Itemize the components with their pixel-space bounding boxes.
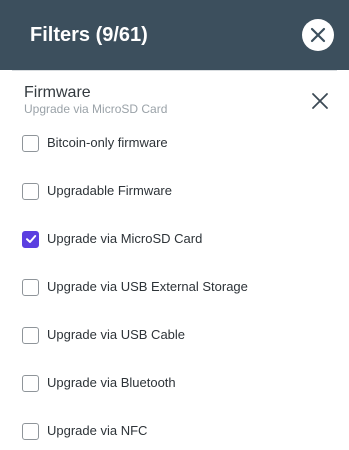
checkmark-icon — [25, 235, 36, 243]
clear-section-button[interactable] — [308, 89, 332, 113]
filters-header: Filters (9/61) — [0, 0, 349, 70]
option-upgrade-via-usb-external-storage[interactable]: Upgrade via USB External Storage — [22, 277, 332, 297]
close-icon — [310, 27, 326, 43]
option-label: Upgrade via MicroSD Card — [47, 231, 203, 246]
checkbox[interactable] — [22, 374, 39, 392]
option-upgrade-via-usb-cable[interactable]: Upgrade via USB Cable — [22, 325, 332, 345]
option-upgradable-firmware[interactable]: Upgradable Firmware — [22, 181, 332, 201]
section-selected-summary: Upgrade via MicroSD Card — [24, 102, 168, 116]
close-filters-button[interactable] — [302, 19, 334, 51]
header-divider — [12, 70, 337, 71]
checkbox[interactable] — [22, 182, 39, 200]
section-title: Firmware — [24, 84, 91, 101]
option-label: Bitcoin-only firmware — [47, 135, 168, 150]
checkbox[interactable] — [22, 278, 39, 296]
checkbox[interactable] — [22, 326, 39, 344]
option-upgrade-via-bluetooth[interactable]: Upgrade via Bluetooth — [22, 373, 332, 393]
checkbox[interactable] — [22, 422, 39, 440]
option-bitcoin-only-firmware[interactable]: Bitcoin-only firmware — [22, 133, 332, 153]
option-label: Upgradable Firmware — [47, 183, 172, 198]
option-label: Upgrade via USB Cable — [47, 327, 186, 342]
checkbox-checked[interactable] — [22, 230, 39, 248]
option-upgrade-via-nfc[interactable]: Upgrade via NFC — [22, 421, 332, 441]
option-label: Upgrade via Bluetooth — [47, 375, 176, 390]
option-label: Upgrade via USB External Storage — [47, 279, 248, 294]
close-icon — [312, 93, 328, 109]
option-upgrade-via-microsd-card[interactable]: Upgrade via MicroSD Card — [22, 229, 332, 249]
option-label: Upgrade via NFC — [47, 423, 148, 438]
filters-panel: Filters (9/61) Firmware Upgrade via Micr… — [0, 0, 349, 450]
filters-title: Filters (9/61) — [30, 24, 148, 46]
checkbox[interactable] — [22, 134, 39, 152]
